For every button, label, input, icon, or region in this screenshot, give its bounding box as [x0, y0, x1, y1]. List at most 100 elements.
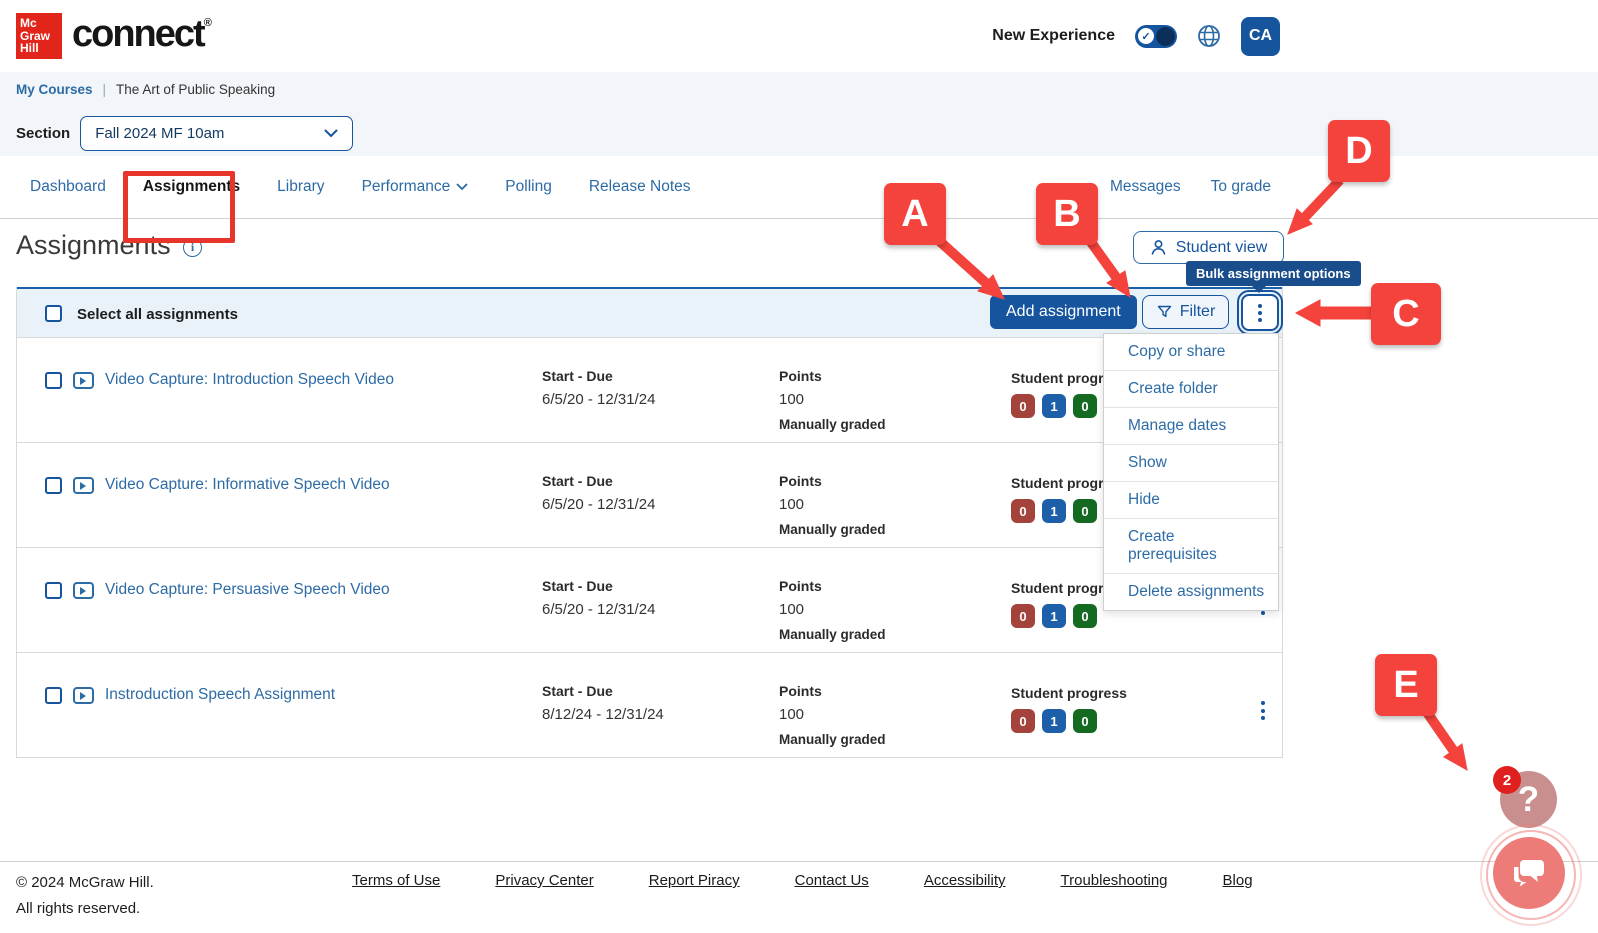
bulk-options-kebab-button[interactable] [1241, 294, 1279, 331]
start-due-value: 6/5/20 - 12/31/24 [542, 391, 655, 408]
footer: © 2024 McGraw Hill. All rights reserved.… [0, 861, 1598, 933]
progress-badge-red: 0 [1011, 394, 1035, 418]
points-value: 100 [779, 601, 886, 618]
video-play-icon [73, 372, 94, 389]
course-nav: Dashboard Assignments Library Performanc… [0, 156, 1598, 219]
row-kebab-menu-button[interactable] [1257, 697, 1269, 724]
progress-badge-red: 0 [1011, 604, 1035, 628]
breadcrumb-course-name: The Art of Public Speaking [116, 82, 275, 97]
assignments-table: Select all assignments Video Capture: In… [16, 287, 1283, 758]
points-value: 100 [779, 706, 886, 723]
assignment-link[interactable]: Instroduction Speech Assignment [105, 686, 335, 704]
tab-library[interactable]: Library [277, 178, 324, 196]
course-band: My Courses | The Art of Public Speaking … [0, 72, 1598, 156]
breadcrumb-separator: | [103, 82, 107, 97]
points-value: 100 [779, 391, 886, 408]
progress-badge-blue: 1 [1042, 604, 1066, 628]
menu-item-manage-dates[interactable]: Manage dates [1104, 407, 1278, 444]
start-due-value: 6/5/20 - 12/31/24 [542, 496, 655, 513]
annotation-letter-c: C [1371, 283, 1441, 345]
assignment-link[interactable]: Video Capture: Informative Speech Video [105, 476, 390, 494]
tab-release-notes[interactable]: Release Notes [589, 178, 691, 196]
bulk-options-tooltip: Bulk assignment options [1186, 261, 1361, 286]
student-view-button[interactable]: Student view [1133, 231, 1284, 264]
menu-item-create-prerequisites[interactable]: Create prerequisites [1104, 518, 1278, 573]
start-due-label: Start - Due [542, 368, 655, 384]
avatar[interactable]: CA [1241, 17, 1280, 56]
progress-badge-blue: 1 [1042, 499, 1066, 523]
progress-badge-green: 0 [1073, 604, 1097, 628]
chat-widget-button[interactable] [1493, 837, 1565, 909]
bulk-options-menu: Copy or share Create folder Manage dates… [1103, 333, 1279, 611]
footer-link-accessibility[interactable]: Accessibility [924, 872, 1006, 889]
select-all-label: Select all assignments [77, 306, 238, 323]
section-select[interactable]: Fall 2024 MF 10am [80, 116, 353, 151]
student-progress-label: Student progress [1011, 685, 1127, 701]
toggle-knob [1156, 27, 1175, 46]
annotation-letter-e: E [1375, 654, 1437, 716]
start-due-label: Start - Due [542, 473, 655, 489]
tab-assignments[interactable]: Assignments [143, 178, 240, 196]
progress-badge-green: 0 [1073, 499, 1097, 523]
breadcrumb-my-courses[interactable]: My Courses [16, 82, 93, 97]
video-play-icon [73, 687, 94, 704]
copyright: © 2024 McGraw Hill. All rights reserved. [16, 870, 154, 922]
question-icon: ? [1518, 780, 1539, 820]
page-title: Assignments [16, 230, 171, 261]
manually-graded-label: Manually graded [779, 627, 886, 642]
assignment-link[interactable]: Video Capture: Introduction Speech Video [105, 371, 394, 389]
progress-badge-red: 0 [1011, 709, 1035, 733]
progress-badge-blue: 1 [1042, 709, 1066, 733]
tab-dashboard[interactable]: Dashboard [30, 178, 106, 196]
table-row: Instroduction Speech Assignment Start - … [17, 652, 1282, 757]
points-value: 100 [779, 496, 886, 513]
table-row: Video Capture: Introduction Speech Video… [17, 337, 1282, 442]
footer-link-privacy-center[interactable]: Privacy Center [495, 872, 593, 889]
start-due-value: 6/5/20 - 12/31/24 [542, 601, 655, 618]
logo-line: Mc [20, 17, 62, 30]
chevron-down-icon [456, 183, 468, 191]
nav-to-grade[interactable]: To grade [1211, 178, 1271, 196]
help-notification-badge: 2 [1493, 766, 1521, 794]
menu-item-hide[interactable]: Hide [1104, 481, 1278, 518]
menu-item-show[interactable]: Show [1104, 444, 1278, 481]
video-play-icon [73, 582, 94, 599]
filter-button[interactable]: Filter [1142, 295, 1229, 329]
progress-badge-green: 0 [1073, 709, 1097, 733]
points-label: Points [779, 578, 886, 594]
footer-link-terms-of-use[interactable]: Terms of Use [352, 872, 440, 889]
filter-icon [1156, 304, 1173, 320]
globe-icon[interactable] [1197, 24, 1221, 48]
person-icon [1150, 239, 1167, 256]
video-play-icon [73, 477, 94, 494]
footer-link-troubleshooting[interactable]: Troubleshooting [1061, 872, 1168, 889]
connect-assignments-page: Mc Graw Hill connect® New Experience ✓ C… [0, 0, 1598, 933]
tab-polling[interactable]: Polling [505, 178, 552, 196]
section-select-value: Fall 2024 MF 10am [95, 125, 224, 142]
select-all-checkbox[interactable] [45, 305, 62, 322]
nav-messages[interactable]: Messages [1110, 178, 1181, 196]
footer-link-report-piracy[interactable]: Report Piracy [649, 872, 740, 889]
table-row: Video Capture: Persuasive Speech Video S… [17, 547, 1282, 652]
table-row: Video Capture: Informative Speech Video … [17, 442, 1282, 547]
points-label: Points [779, 473, 886, 489]
manually-graded-label: Manually graded [779, 522, 886, 537]
row-checkbox[interactable] [45, 372, 62, 389]
row-checkbox[interactable] [45, 477, 62, 494]
chat-icon [1511, 857, 1547, 889]
footer-link-blog[interactable]: Blog [1223, 872, 1253, 889]
manually-graded-label: Manually graded [779, 417, 886, 432]
row-checkbox[interactable] [45, 582, 62, 599]
assignment-link[interactable]: Video Capture: Persuasive Speech Video [105, 581, 390, 599]
tab-performance[interactable]: Performance [362, 178, 469, 196]
info-icon[interactable]: i [183, 238, 202, 257]
points-label: Points [779, 683, 886, 699]
logo-line: Hill [20, 42, 62, 55]
menu-item-delete-assignments[interactable]: Delete assignments [1104, 573, 1278, 610]
menu-item-create-folder[interactable]: Create folder [1104, 370, 1278, 407]
add-assignment-button[interactable]: Add assignment [990, 295, 1137, 329]
footer-link-contact-us[interactable]: Contact Us [795, 872, 869, 889]
menu-item-copy-or-share[interactable]: Copy or share [1104, 334, 1278, 370]
row-checkbox[interactable] [45, 687, 62, 704]
new-experience-toggle[interactable]: ✓ [1135, 25, 1177, 48]
